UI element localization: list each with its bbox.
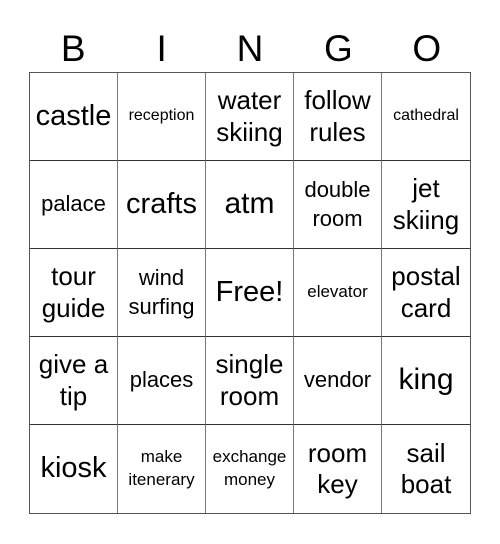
bingo-cell[interactable]: jet skiing: [382, 161, 470, 249]
bingo-cell[interactable]: water skiing: [206, 73, 294, 161]
bingo-cell[interactable]: sail boat: [382, 425, 470, 513]
bingo-header: B I N G O: [29, 26, 471, 72]
bingo-cell[interactable]: cathedral: [382, 73, 470, 161]
bingo-cell[interactable]: room key: [294, 425, 382, 513]
bingo-cell[interactable]: vendor: [294, 337, 382, 425]
bingo-cell[interactable]: castle: [30, 73, 118, 161]
bingo-cell[interactable]: tour guide: [30, 249, 118, 337]
bingo-cell[interactable]: double room: [294, 161, 382, 249]
bingo-cell[interactable]: postal card: [382, 249, 470, 337]
bingo-cell-free[interactable]: Free!: [206, 249, 294, 337]
bingo-cell[interactable]: exchange money: [206, 425, 294, 513]
bingo-cell[interactable]: follow rules: [294, 73, 382, 161]
bingo-cell[interactable]: make itenerary: [118, 425, 206, 513]
bingo-cell[interactable]: single room: [206, 337, 294, 425]
header-letter-g: G: [324, 28, 353, 69]
bingo-cell[interactable]: atm: [206, 161, 294, 249]
header-letter-o: O: [412, 28, 442, 69]
bingo-cell[interactable]: wind surfing: [118, 249, 206, 337]
bingo-cell[interactable]: elevator: [294, 249, 382, 337]
header-letter-i: I: [156, 28, 167, 69]
bingo-cell[interactable]: reception: [118, 73, 206, 161]
header-letter-n: N: [236, 28, 264, 69]
bingo-cell[interactable]: king: [382, 337, 470, 425]
bingo-grid: castle reception water skiing follow rul…: [29, 72, 471, 514]
bingo-cell[interactable]: kiosk: [30, 425, 118, 513]
header-letter-b: B: [60, 28, 86, 69]
bingo-cell[interactable]: crafts: [118, 161, 206, 249]
bingo-cell[interactable]: places: [118, 337, 206, 425]
bingo-cell[interactable]: palace: [30, 161, 118, 249]
bingo-cell[interactable]: give a tip: [30, 337, 118, 425]
